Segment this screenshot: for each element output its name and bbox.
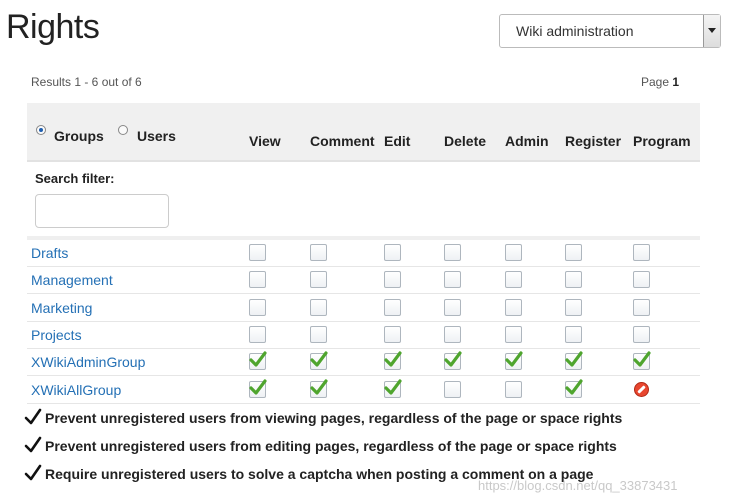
allow-check-icon (249, 379, 267, 397)
chevron-down-icon (708, 28, 716, 33)
row-divider (27, 348, 700, 349)
right-checkbox-delete[interactable] (444, 351, 462, 370)
right-checkbox-edit[interactable] (384, 244, 401, 261)
right-checkbox-delete[interactable] (444, 244, 461, 261)
right-checkbox-edit[interactable] (384, 351, 402, 370)
right-checkbox-register[interactable] (565, 379, 583, 398)
right-checkbox-program[interactable] (633, 326, 650, 343)
results-count: Results 1 - 6 out of 6 (31, 75, 142, 89)
column-header-register: Register (565, 133, 622, 149)
right-checkbox-admin[interactable] (505, 244, 522, 261)
option-label: Prevent unregistered users from editing … (45, 438, 617, 454)
watermark: https://blog.csdn.net/qq_33873431 (478, 478, 678, 493)
checkmark-icon (24, 436, 42, 453)
row-divider (27, 266, 700, 267)
right-checkbox-comment[interactable] (310, 244, 327, 261)
option-checkbox[interactable] (24, 464, 42, 482)
right-checkbox-view[interactable] (249, 244, 266, 261)
right-checkbox-comment[interactable] (310, 351, 328, 370)
right-checkbox-view[interactable] (249, 271, 266, 288)
right-checkbox-program[interactable] (633, 351, 651, 370)
column-header-comment: Comment (310, 133, 375, 149)
page-label: Page (641, 75, 670, 89)
users-radio[interactable] (118, 125, 128, 135)
right-checkbox-view[interactable] (249, 299, 266, 316)
right-checkbox-program[interactable] (633, 381, 650, 398)
page-number: 1 (672, 75, 680, 89)
right-checkbox-comment[interactable] (310, 326, 327, 343)
row-divider (27, 321, 700, 322)
column-header-admin: Admin (505, 133, 549, 149)
right-checkbox-edit[interactable] (384, 271, 401, 288)
allow-check-icon (633, 351, 651, 369)
groups-radio-label: Groups (54, 128, 104, 144)
column-header-program: Program (633, 133, 691, 149)
scope-select[interactable]: Wiki administration (499, 14, 721, 48)
allow-check-icon (310, 351, 328, 369)
checkmark-icon (24, 464, 42, 481)
right-checkbox-comment[interactable] (310, 379, 328, 398)
page-indicator: Page 1 (641, 75, 679, 89)
right-checkbox-register[interactable] (565, 271, 582, 288)
row-divider (27, 403, 700, 404)
row-divider (27, 293, 700, 294)
group-link-marketing[interactable]: Marketing (31, 300, 92, 316)
groups-radio[interactable] (36, 125, 46, 135)
users-radio-label: Users (137, 128, 176, 144)
right-checkbox-comment[interactable] (310, 299, 327, 316)
right-checkbox-register[interactable] (565, 299, 582, 316)
group-link-xwikiadmingroup[interactable]: XWikiAdminGroup (31, 354, 145, 370)
right-checkbox-edit[interactable] (384, 299, 401, 316)
group-link-management[interactable]: Management (31, 272, 113, 288)
right-checkbox-admin[interactable] (505, 381, 522, 398)
column-header-edit: Edit (384, 133, 411, 149)
allow-check-icon (384, 379, 402, 397)
right-checkbox-delete[interactable] (444, 326, 461, 343)
group-link-xwikiallgroup[interactable]: XWikiAllGroup (31, 382, 121, 398)
allow-check-icon (444, 351, 462, 369)
right-checkbox-program[interactable] (633, 244, 650, 261)
right-checkbox-view[interactable] (249, 326, 266, 343)
right-checkbox-view[interactable] (249, 379, 267, 398)
allow-check-icon (565, 379, 583, 397)
right-checkbox-program[interactable] (633, 271, 650, 288)
right-checkbox-comment[interactable] (310, 271, 327, 288)
group-link-drafts[interactable]: Drafts (31, 245, 68, 261)
option-checkbox[interactable] (24, 436, 42, 454)
option-label: Prevent unregistered users from viewing … (45, 410, 623, 426)
column-header-delete: Delete (444, 133, 487, 149)
column-header-view: View (249, 133, 281, 149)
dropdown-button[interactable] (703, 15, 720, 47)
table-body-top (27, 236, 700, 240)
right-checkbox-admin[interactable] (505, 351, 523, 370)
group-link-projects[interactable]: Projects (31, 327, 82, 343)
row-divider (27, 375, 700, 376)
deny-icon (634, 382, 649, 397)
right-checkbox-edit[interactable] (384, 326, 401, 343)
search-filter-input[interactable] (35, 194, 169, 228)
right-checkbox-admin[interactable] (505, 326, 522, 343)
right-checkbox-register[interactable] (565, 244, 582, 261)
allow-check-icon (310, 379, 328, 397)
option-checkbox[interactable] (24, 408, 42, 426)
right-checkbox-program[interactable] (633, 299, 650, 316)
right-checkbox-delete[interactable] (444, 381, 461, 398)
page-title: Rights (6, 8, 100, 46)
right-checkbox-delete[interactable] (444, 299, 461, 316)
right-checkbox-admin[interactable] (505, 271, 522, 288)
allow-check-icon (249, 351, 267, 369)
search-filter-label: Search filter: (35, 171, 115, 186)
allow-check-icon (505, 351, 523, 369)
right-checkbox-register[interactable] (565, 351, 583, 370)
right-checkbox-edit[interactable] (384, 379, 402, 398)
allow-check-icon (384, 351, 402, 369)
right-checkbox-register[interactable] (565, 326, 582, 343)
right-checkbox-view[interactable] (249, 351, 267, 370)
right-checkbox-admin[interactable] (505, 299, 522, 316)
checkmark-icon (24, 408, 42, 425)
right-checkbox-delete[interactable] (444, 271, 461, 288)
scope-select-value: Wiki administration (516, 23, 634, 39)
allow-check-icon (565, 351, 583, 369)
